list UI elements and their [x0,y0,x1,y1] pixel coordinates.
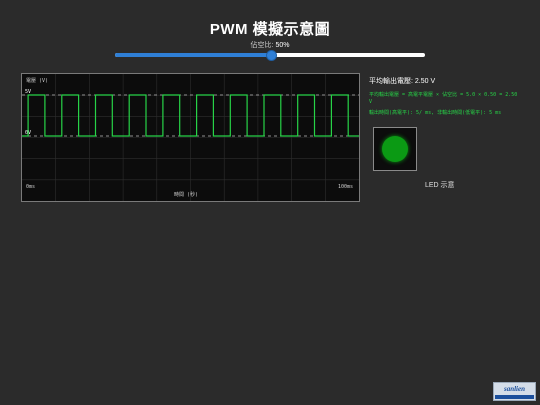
oscilloscope-grid [22,74,359,201]
oscilloscope-display: 電壓 (V) 5V 0V 0ms 100ms 時間 (秒) [22,74,359,201]
duty-cycle-slider[interactable] [115,50,425,61]
oscilloscope-panel: 電壓 (V) 5V 0V 0ms 100ms 時間 (秒) [21,73,360,202]
time-end-label: 100ms [338,184,353,190]
page-title: PWM 模擬示意圖 [209,21,331,38]
led-indicator-box [373,127,417,171]
high-level-label: 5V [25,89,31,95]
info-panel: 平均輸出電壓: 2.50 V 平均輸出電壓 = 高電平電壓 × 佔空比 = 5.… [369,76,519,117]
duty-cycle-label: 佔空比: 50% [0,40,540,50]
time-start-label: 0ms [26,184,35,190]
brand-logo-stripe [495,395,534,399]
y-axis-label: 電壓 (V) [26,78,48,84]
average-voltage-readout: 平均輸出電壓: 2.50 V [369,78,436,85]
duty-cycle-value: 50% [275,42,290,49]
brand-logo: sanlien [493,382,536,401]
duty-cycle-slider-thumb[interactable] [266,50,277,61]
timing-readout: 輸出時間(高電平): 5/ ms, 非輸出時間(低電平): 5 ms [369,110,502,116]
led-caption: LED 示意 [425,182,455,189]
brand-logo-wordmark: sanlien [503,385,525,393]
duty-cycle-slider-fill [115,53,270,57]
x-axis-label: 時間 (秒) [174,191,198,198]
duty-cycle-label-text: 佔空比: [250,42,276,49]
led-indicator [382,136,408,162]
average-voltage-formula: 平均輸出電壓 = 高電平電壓 × 佔空比 = 5.0 × 0.50 = 2.50… [369,92,518,105]
